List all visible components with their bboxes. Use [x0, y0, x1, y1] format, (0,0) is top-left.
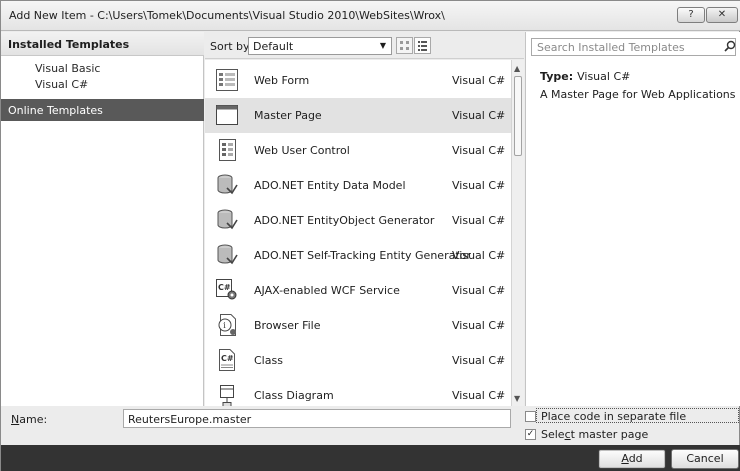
place-code-separate-checkbox[interactable] [525, 411, 536, 422]
search-icon[interactable] [724, 40, 736, 55]
template-list: Web Form Visual C# Master Page Visual C#… [205, 60, 511, 406]
template-name: Master Page [254, 109, 322, 122]
template-row-class[interactable]: C# Class Visual C# [205, 343, 511, 378]
window-title: Add New Item - C:\Users\Tomek\Documents\… [9, 9, 445, 22]
template-details-pane: Search Installed Templates Type: Visual C… [525, 32, 740, 406]
template-row-ado-self-tracking-generator[interactable]: ADO.NET Self-Tracking Entity Generator V… [205, 238, 511, 273]
database-icon [215, 208, 239, 232]
template-language: Visual C# [452, 179, 506, 192]
template-name: Class Diagram [254, 389, 334, 402]
template-name: ADO.NET Entity Data Model [254, 179, 406, 192]
template-name: Class [254, 354, 283, 367]
template-language: Visual C# [452, 144, 506, 157]
sort-by-label: Sort by: [210, 40, 253, 53]
title-bar[interactable]: Add New Item - C:\Users\Tomek\Documents\… [1, 1, 740, 31]
scroll-up-arrow-icon[interactable]: ▲ [514, 64, 520, 73]
search-templates-input[interactable]: Search Installed Templates [531, 38, 736, 56]
template-name: ADO.NET EntityObject Generator [254, 214, 435, 227]
template-name: Web User Control [254, 144, 350, 157]
scroll-down-arrow-icon[interactable]: ▼ [514, 394, 520, 403]
template-row-web-user-control[interactable]: Web User Control Visual C# [205, 133, 511, 168]
close-button[interactable]: ✕ [706, 7, 738, 23]
template-language: Visual C# [452, 74, 506, 87]
template-name: AJAX-enabled WCF Service [254, 284, 400, 297]
sort-by-value: Default [253, 40, 294, 53]
sort-by-dropdown[interactable]: Default ▼ [248, 37, 392, 55]
list-toolbar: Sort by: Default ▼ [205, 32, 524, 59]
template-row-ado-entity-data-model[interactable]: ADO.NET Entity Data Model Visual C# [205, 168, 511, 203]
template-language: Visual C# [452, 284, 506, 297]
item-name-input[interactable]: ReutersEurope.master [123, 409, 511, 428]
svg-text:i: i [223, 321, 226, 330]
type-value: Visual C# [577, 70, 631, 83]
tree-item-visual-basic[interactable]: Visual Basic [35, 62, 100, 75]
tree-item-visual-csharp[interactable]: Visual C# [35, 78, 88, 91]
template-language: Visual C# [452, 319, 506, 332]
template-description: A Master Page for Web Applications [540, 88, 736, 101]
add-button[interactable]: Add [598, 449, 666, 469]
wcf-service-icon: C# [215, 278, 239, 302]
template-list-scrollbar[interactable]: ▲ ▼ [511, 60, 524, 406]
dropdown-arrow-icon[interactable]: ▼ [380, 41, 386, 50]
database-icon [215, 243, 239, 267]
class-diagram-icon [215, 383, 239, 406]
name-label: Name: [11, 413, 48, 426]
browser-file-icon: i [215, 313, 239, 337]
help-button[interactable]: ? [677, 7, 705, 23]
user-control-icon [215, 138, 239, 162]
template-name: Web Form [254, 74, 310, 87]
svg-text:C#: C# [218, 283, 231, 292]
template-language: Visual C# [452, 109, 506, 122]
template-row-master-page[interactable]: Master Page Visual C# [205, 98, 511, 133]
template-row-web-form[interactable]: Web Form Visual C# [205, 63, 511, 98]
template-row-ajax-wcf-service[interactable]: C# AJAX-enabled WCF Service Visual C# [205, 273, 511, 308]
add-new-item-dialog: Add New Item - C:\Users\Tomek\Documents\… [0, 0, 740, 471]
select-master-page-label[interactable]: Select master page [541, 428, 648, 441]
template-row-ado-entityobject-generator[interactable]: ADO.NET EntityObject Generator Visual C# [205, 203, 511, 238]
template-language: Visual C# [452, 389, 506, 402]
template-row-browser-file[interactable]: i Browser File Visual C# [205, 308, 511, 343]
template-tree-pane: Installed Templates Visual Basic Visual … [1, 32, 204, 406]
place-code-separate-label[interactable]: Place code in separate file [541, 410, 686, 423]
installed-templates-header[interactable]: Installed Templates [1, 32, 204, 56]
template-language: Visual C# [452, 354, 506, 367]
database-icon [215, 173, 239, 197]
template-type: Type: Visual C# [540, 70, 630, 83]
cancel-button[interactable]: Cancel [671, 449, 739, 469]
web-form-icon [215, 68, 239, 92]
svg-text:C#: C# [221, 354, 234, 363]
medium-icons-view-icon[interactable] [414, 37, 431, 54]
template-language: Visual C# [452, 249, 506, 262]
type-label: Type: [540, 70, 574, 83]
online-templates-item[interactable]: Online Templates [1, 99, 204, 121]
master-page-icon [215, 103, 239, 127]
template-name: ADO.NET Self-Tracking Entity Generator [254, 249, 471, 262]
scrollbar-thumb[interactable] [514, 76, 522, 156]
template-row-class-diagram[interactable]: Class Diagram Visual C# [205, 378, 511, 406]
select-master-page-checkbox[interactable]: ✓ [525, 429, 536, 440]
small-icons-view-icon[interactable] [396, 37, 413, 54]
class-icon: C# [215, 348, 239, 372]
template-language: Visual C# [452, 214, 506, 227]
template-name: Browser File [254, 319, 321, 332]
